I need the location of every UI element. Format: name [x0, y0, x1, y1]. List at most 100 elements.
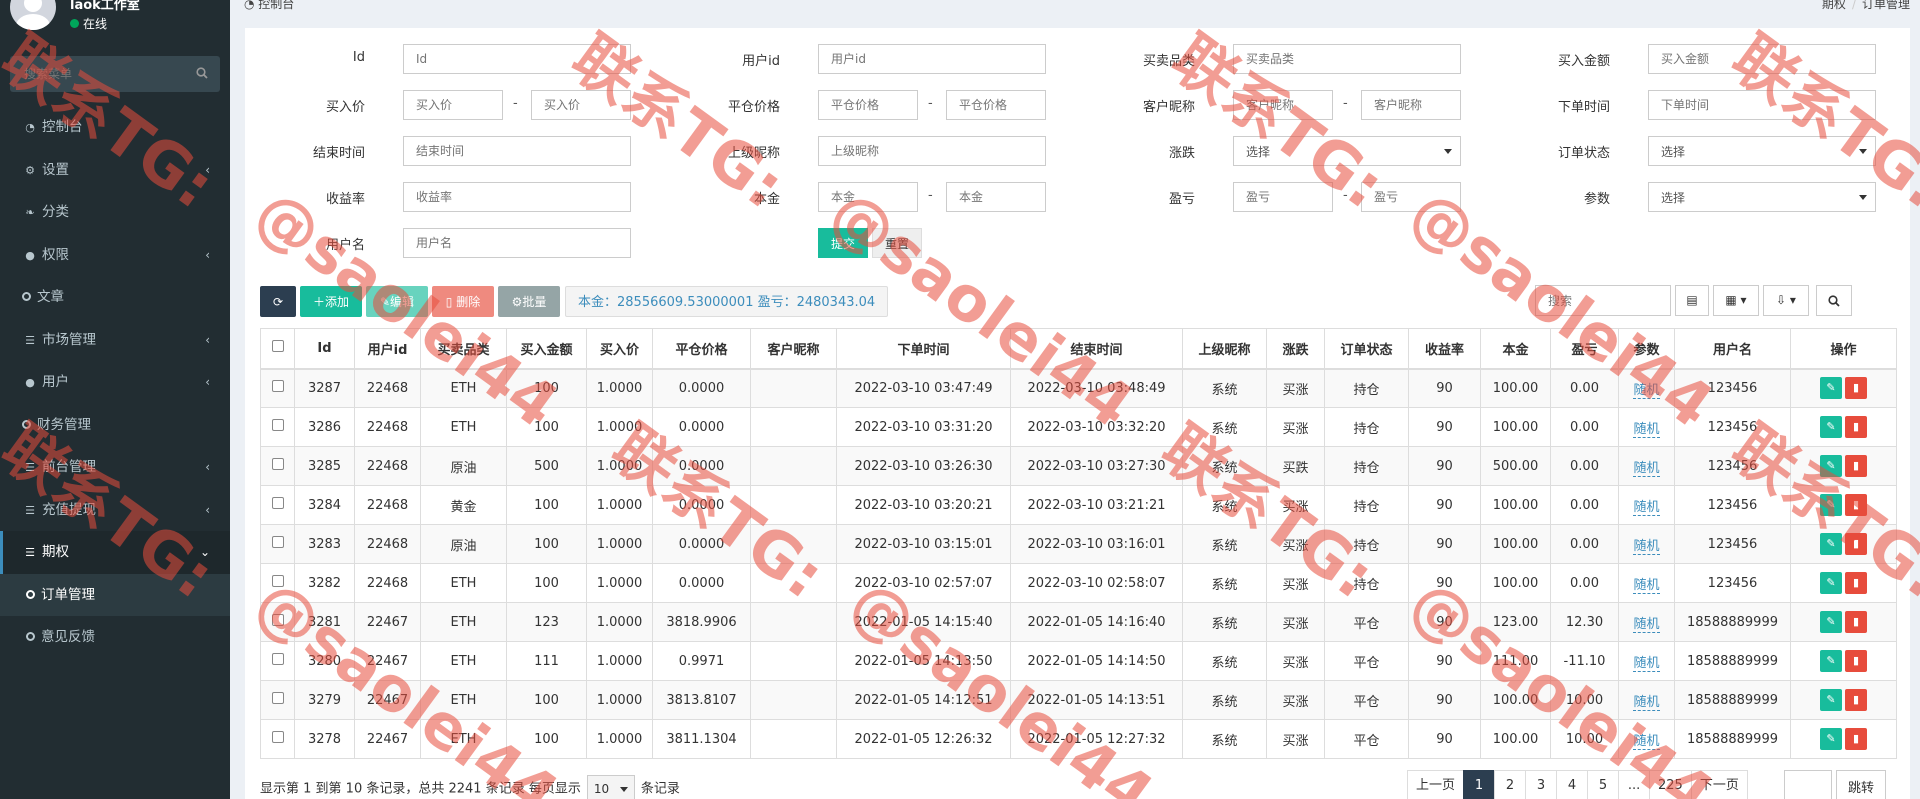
col-header-product[interactable]: 买卖品类	[420, 328, 507, 370]
row-checkbox[interactable]	[271, 380, 284, 393]
row-edit-button[interactable]: ✎	[1820, 689, 1842, 711]
page-button-3[interactable]: 3	[1525, 770, 1558, 799]
jump-button[interactable]: 跳转	[1836, 770, 1886, 799]
next-page-button[interactable]: 下一页	[1690, 770, 1748, 799]
col-header-buy-price[interactable]: 买入价	[586, 328, 653, 370]
filter-close-price-to[interactable]	[946, 90, 1046, 120]
row-edit-button[interactable]: ✎	[1820, 416, 1842, 438]
table-search-input[interactable]	[1535, 285, 1671, 316]
filter-yield-input[interactable]	[403, 182, 631, 212]
param-link[interactable]: 随机	[1633, 694, 1660, 711]
param-link[interactable]: 随机	[1633, 577, 1660, 594]
cell-param[interactable]: 随机	[1618, 485, 1675, 525]
columns-button[interactable]: ▦ ▾	[1713, 285, 1759, 316]
col-header-nickname[interactable]: 客户昵称	[750, 328, 837, 370]
filter-user-id-input[interactable]	[818, 44, 1046, 74]
param-link[interactable]: 随机	[1633, 538, 1660, 555]
param-link[interactable]: 随机	[1633, 421, 1660, 438]
row-edit-button[interactable]: ✎	[1820, 728, 1842, 750]
sidebar-item-feedback[interactable]: 意见反馈	[0, 616, 230, 659]
filter-order-time-input[interactable]	[1648, 90, 1876, 120]
filter-nickname-from[interactable]	[1233, 90, 1333, 120]
page-size-select[interactable]: 10	[586, 775, 635, 799]
cell-param[interactable]: 随机	[1618, 602, 1675, 642]
delete-button[interactable]: ▯ 删除	[432, 286, 494, 317]
param-link[interactable]: 随机	[1633, 733, 1660, 750]
row-checkbox-cell[interactable]	[260, 563, 295, 603]
param-link[interactable]: 随机	[1633, 460, 1660, 477]
sidebar-item-market[interactable]: ☰ 市场管理 ‹	[0, 319, 230, 362]
col-header-order-time[interactable]: 下单时间	[836, 328, 1011, 370]
row-checkbox[interactable]	[271, 458, 284, 470]
row-checkbox-cell[interactable]	[260, 602, 295, 642]
row-delete-button[interactable]: ▮	[1845, 728, 1867, 750]
jump-page-input[interactable]	[1784, 770, 1832, 799]
prev-page-button[interactable]: 上一页	[1407, 770, 1465, 799]
sidebar-item-frontend[interactable]: ☰ 前台管理 ‹	[0, 446, 230, 489]
add-button[interactable]: ＋添加	[300, 286, 362, 317]
param-link[interactable]: 随机	[1633, 382, 1660, 399]
row-checkbox[interactable]	[271, 575, 284, 587]
sidebar-search-input[interactable]	[10, 56, 220, 92]
page-button-4[interactable]: 4	[1556, 770, 1589, 799]
breadcrumb-item[interactable]: 期权	[1822, 0, 1846, 11]
search-toggle-button[interactable]	[1816, 285, 1852, 316]
row-checkbox[interactable]	[271, 653, 284, 665]
row-edit-button[interactable]: ✎	[1820, 377, 1842, 400]
sidebar-item-permission[interactable]: ● 权限 ‹	[0, 234, 230, 277]
filter-close-price-from[interactable]	[818, 90, 918, 120]
col-header-profit[interactable]: 盈亏	[1550, 328, 1619, 370]
filter-id-input[interactable]	[403, 44, 631, 74]
col-header-direction[interactable]: 涨跌	[1266, 328, 1325, 370]
avatar[interactable]	[10, 0, 56, 30]
sidebar-item-order-management[interactable]: 订单管理	[0, 573, 230, 616]
sidebar-item-finance[interactable]: 财务管理	[0, 404, 230, 447]
cell-param[interactable]: 随机	[1618, 563, 1675, 603]
filter-amount-input[interactable]	[1648, 44, 1876, 74]
filter-profit-from[interactable]	[1233, 182, 1333, 212]
sidebar-item-dashboard[interactable]: ◔ 控制台	[0, 106, 230, 149]
submit-button[interactable]: 提交	[818, 228, 868, 258]
filter-nickname-to[interactable]	[1361, 90, 1461, 120]
filter-principal-to[interactable]	[946, 182, 1046, 212]
sidebar-item-settings[interactable]: ⚙ 设置 ‹	[0, 149, 230, 192]
cell-param[interactable]: 随机	[1618, 719, 1675, 759]
col-header-param[interactable]: 参数	[1618, 328, 1675, 370]
filter-direction-select[interactable]: 选择	[1233, 136, 1461, 166]
filter-end-time-input[interactable]	[403, 136, 631, 166]
param-link[interactable]: 随机	[1633, 499, 1660, 516]
filter-param-select[interactable]: 选择	[1648, 182, 1876, 212]
row-delete-button[interactable]: ▮	[1845, 533, 1867, 555]
row-delete-button[interactable]: ▮	[1845, 572, 1867, 594]
reset-button[interactable]: 重置	[872, 228, 922, 258]
filter-product-input[interactable]	[1233, 44, 1461, 74]
filter-buy-price-to[interactable]	[531, 90, 631, 120]
sidebar-item-article[interactable]: 文章	[0, 276, 230, 319]
batch-button[interactable]: ⚙批量	[498, 286, 560, 317]
row-delete-button[interactable]: ▮	[1845, 494, 1867, 516]
edit-button[interactable]: ✎编辑	[366, 286, 428, 317]
cell-param[interactable]: 随机	[1618, 680, 1675, 720]
row-edit-button[interactable]: ✎	[1820, 533, 1842, 555]
page-button-5[interactable]: 5	[1587, 770, 1620, 799]
sidebar-item-category[interactable]: ❧ 分类	[0, 191, 230, 234]
select-all-checkbox[interactable]	[260, 328, 295, 370]
filter-parent-nick-input[interactable]	[818, 136, 1046, 166]
sidebar-item-user[interactable]: ● 用户 ‹	[0, 361, 230, 404]
col-header-end-time[interactable]: 结束时间	[1010, 328, 1183, 370]
row-delete-button[interactable]: ▮	[1845, 455, 1867, 477]
row-edit-button[interactable]: ✎	[1820, 611, 1842, 633]
col-header-username[interactable]: 用户名	[1674, 328, 1791, 370]
row-edit-button[interactable]: ✎	[1820, 650, 1842, 672]
row-delete-button[interactable]: ▮	[1845, 689, 1867, 711]
col-header-status[interactable]: 订单状态	[1324, 328, 1409, 370]
checkbox[interactable]	[271, 340, 284, 353]
refresh-button[interactable]: ⟳	[260, 286, 296, 317]
row-checkbox-cell[interactable]	[260, 719, 295, 759]
page-button-2[interactable]: 2	[1494, 770, 1527, 799]
filter-order-status-select[interactable]: 选择	[1648, 136, 1876, 166]
page-button-last[interactable]: 225	[1649, 770, 1692, 799]
cell-param[interactable]: 随机	[1618, 641, 1675, 681]
cell-param[interactable]: 随机	[1618, 407, 1675, 447]
filter-username-input[interactable]	[403, 228, 631, 258]
